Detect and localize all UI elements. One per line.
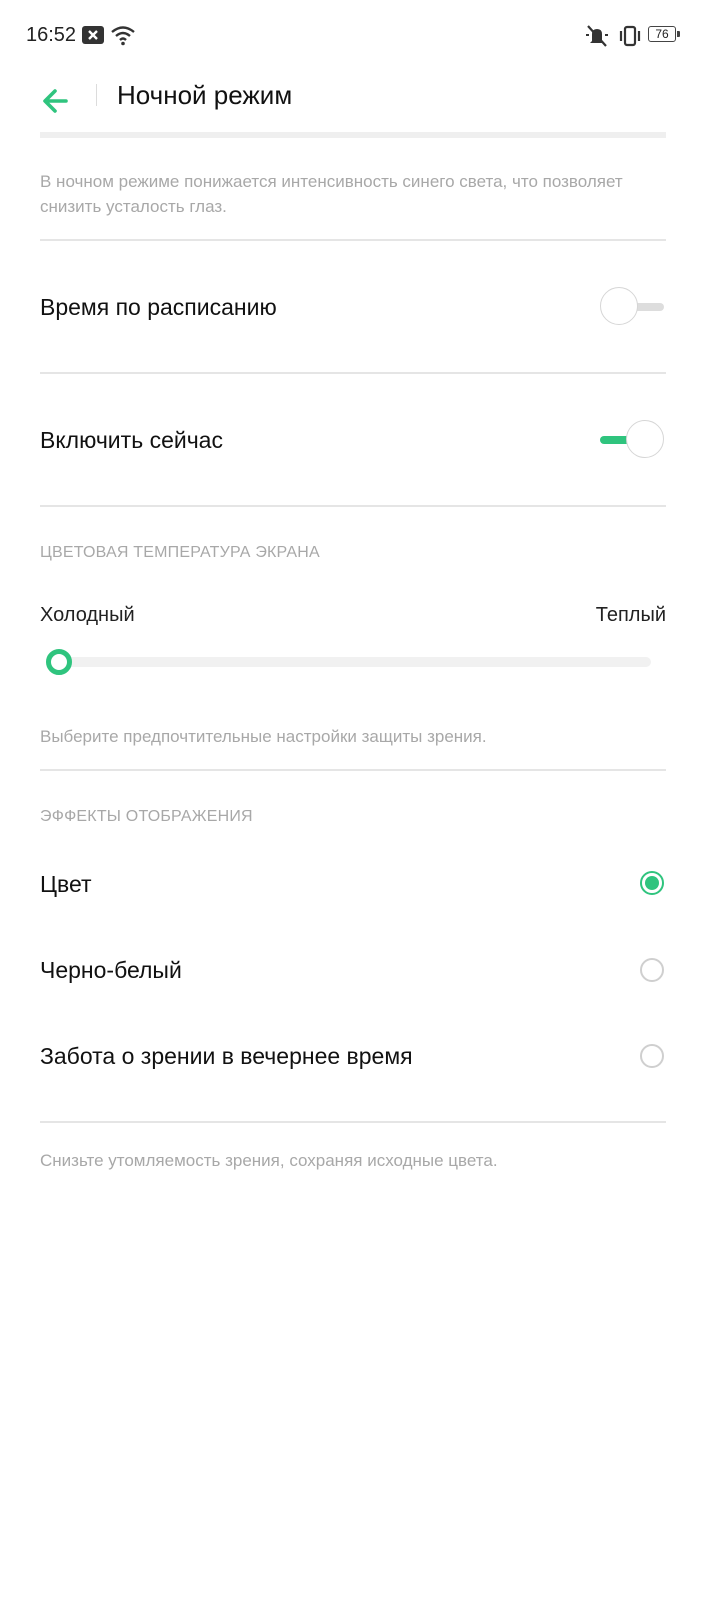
header-separator bbox=[40, 132, 666, 138]
schedule-label: Время по расписанию bbox=[40, 294, 277, 320]
enable-now-toggle[interactable] bbox=[600, 420, 666, 460]
divider bbox=[40, 372, 666, 374]
radio-button[interactable] bbox=[640, 958, 664, 982]
divider bbox=[40, 1121, 666, 1123]
option-label: Цвет bbox=[40, 871, 92, 897]
toggle-knob bbox=[600, 287, 638, 325]
color-temperature-section-title: ЦВЕТОВАЯ ТЕМПЕРАТУРА ЭКРАНА bbox=[40, 544, 320, 561]
status-bar: 16:52 76 bbox=[0, 0, 720, 70]
battery-icon: 76 bbox=[648, 26, 680, 42]
radio-button[interactable] bbox=[640, 871, 664, 895]
page-title: Ночной режим bbox=[117, 80, 293, 110]
option-label: Забота о зрении в вечернее время bbox=[40, 1043, 413, 1069]
arrow-left-icon[interactable] bbox=[36, 78, 80, 122]
display-effects-hint: Снизьте утомляемость зрения, сохраняя ис… bbox=[40, 1151, 498, 1170]
divider bbox=[40, 769, 666, 771]
status-time: 16:52 bbox=[26, 24, 77, 46]
enable-now-label: Включить сейчас bbox=[40, 427, 223, 453]
divider bbox=[40, 239, 666, 241]
display-effects-section-title: ЭФФЕКТЫ ОТОБРАЖЕНИЯ bbox=[40, 808, 253, 825]
slider-max-label: Теплый bbox=[595, 604, 666, 626]
divider bbox=[40, 505, 666, 507]
slider-thumb[interactable] bbox=[46, 649, 72, 675]
wifi-icon bbox=[111, 26, 135, 46]
mute-icon bbox=[586, 25, 608, 47]
notification-x-icon bbox=[82, 26, 104, 44]
vibrate-icon bbox=[619, 25, 641, 47]
night-mode-description: В ночном режиме понижается интенсивность… bbox=[40, 172, 623, 216]
color-temperature-slider[interactable] bbox=[50, 657, 651, 667]
app-header: Ночной режим bbox=[0, 70, 720, 130]
option-label: Черно-белый bbox=[40, 957, 182, 983]
radio-button[interactable] bbox=[640, 1044, 664, 1068]
schedule-toggle[interactable] bbox=[600, 287, 666, 327]
toggle-knob bbox=[626, 420, 664, 458]
slider-min-label: Холодный bbox=[40, 604, 135, 626]
color-temperature-hint: Выберите предпочтительные настройки защи… bbox=[40, 727, 487, 746]
header-divider bbox=[96, 84, 97, 106]
